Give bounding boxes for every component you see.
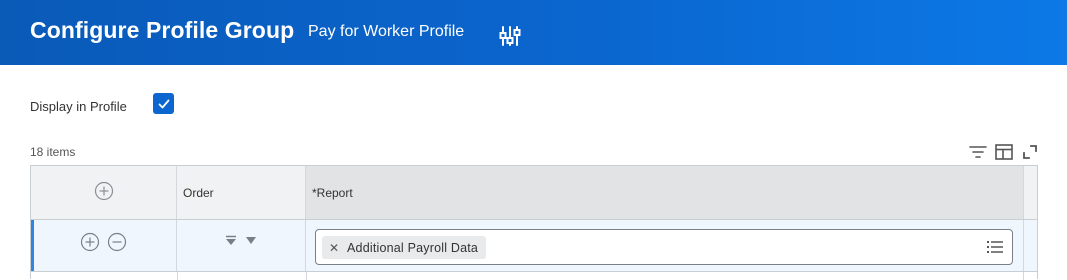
selected-report-label: Additional Payroll Data	[347, 240, 479, 255]
columns-icon[interactable]	[994, 142, 1014, 162]
page-header: Configure Profile Group Pay for Worker P…	[0, 0, 1067, 65]
display-in-profile-checkbox[interactable]	[153, 93, 174, 114]
page-title: Configure Profile Group	[30, 17, 295, 43]
grid-toolbar	[968, 142, 1040, 162]
expand-icon[interactable]	[1020, 142, 1040, 162]
report-grid: Order *Report ✕ Additional Payroll Data	[30, 165, 1038, 280]
header-actions-cell	[31, 166, 177, 219]
grid-header-row: Order *Report	[31, 166, 1037, 220]
page-subtitle: Pay for Worker Profile	[308, 23, 465, 40]
row-report-cell: ✕ Additional Payroll Data	[306, 220, 1023, 271]
move-down-one-icon[interactable]	[224, 234, 238, 246]
table-row: ✕ Additional Payroll Data	[31, 220, 1037, 272]
display-in-profile-row: Display in Profile	[30, 96, 127, 116]
report-prompt-input[interactable]: ✕ Additional Payroll Data	[315, 229, 1013, 265]
sliders-icon[interactable]	[498, 24, 522, 48]
selected-report-pill: ✕ Additional Payroll Data	[322, 236, 487, 259]
checkmark-icon	[158, 99, 169, 108]
item-count: 18 items	[30, 145, 76, 159]
column-header-spacer	[1023, 166, 1037, 219]
filter-icon[interactable]	[968, 142, 988, 162]
column-header-report-label: *Report	[312, 186, 353, 200]
row-spacer-cell	[1023, 220, 1037, 271]
column-header-report[interactable]: *Report	[306, 166, 1023, 219]
add-row-icon[interactable]	[80, 232, 100, 252]
remove-x-icon[interactable]: ✕	[328, 241, 340, 255]
list-prompt-icon[interactable]	[986, 239, 1004, 255]
row-order-cell	[177, 220, 306, 271]
move-down-icon[interactable]	[244, 234, 258, 246]
remove-row-icon[interactable]	[107, 232, 127, 252]
row-actions-cell	[31, 220, 177, 271]
column-header-order-label: Order	[183, 186, 214, 200]
column-header-order[interactable]: Order	[177, 166, 306, 219]
add-row-icon[interactable]	[94, 181, 114, 201]
display-in-profile-label: Display in Profile	[30, 98, 127, 114]
